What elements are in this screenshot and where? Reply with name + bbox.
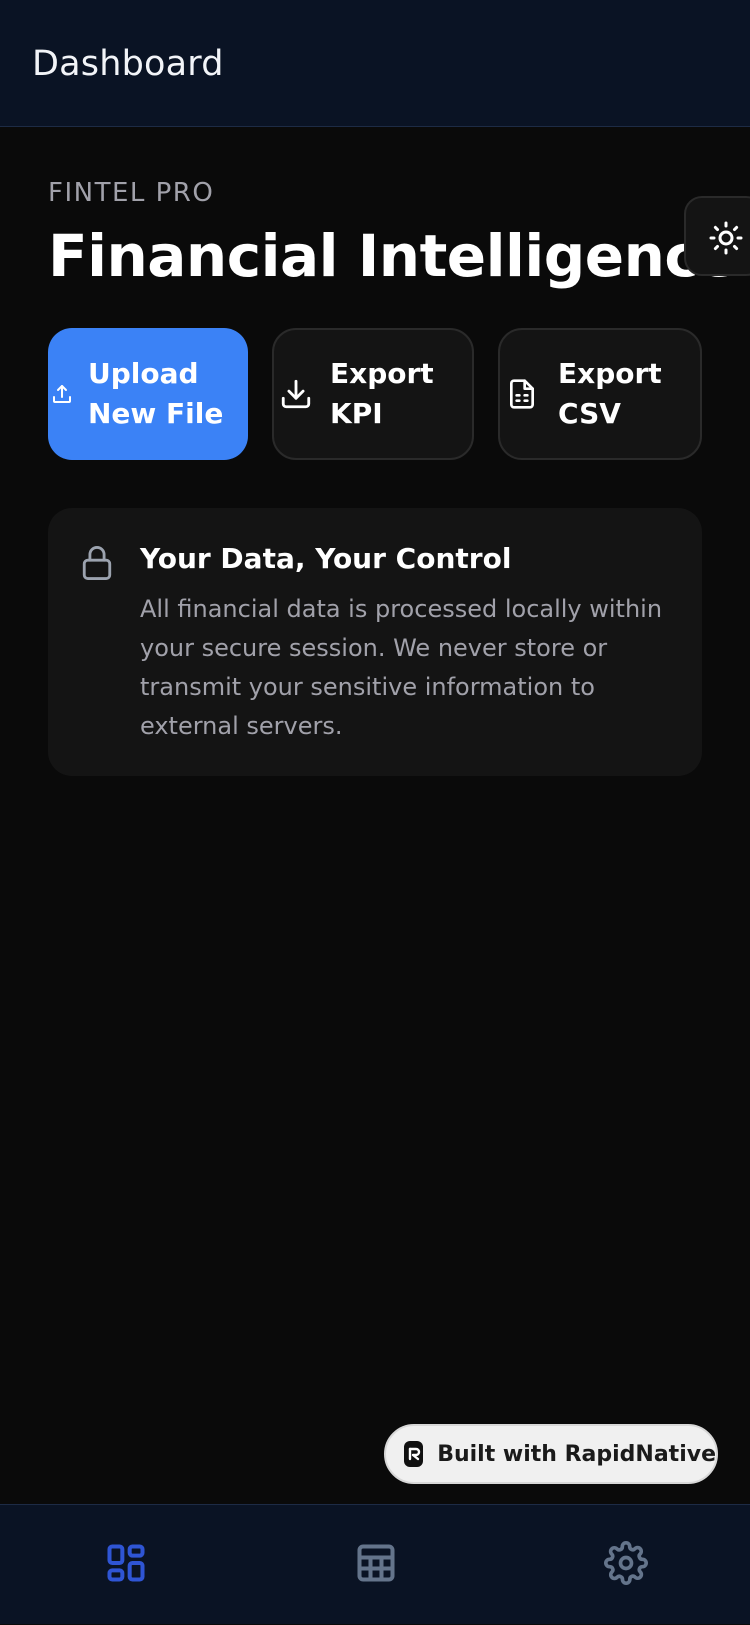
rapidnative-logo-icon (404, 1441, 424, 1467)
privacy-title: Your Data, Your Control (140, 542, 512, 575)
export-csv-label: Export CSV (558, 357, 662, 430)
privacy-card: Your Data, Your Control All financial da… (48, 508, 702, 776)
app-header: Dashboard (0, 0, 750, 127)
page-title: Financial Intelligence (48, 222, 738, 290)
upload-file-label: Upload New File (88, 357, 224, 430)
file-spreadsheet-icon (504, 376, 540, 412)
export-kpi-button[interactable]: Export KPI (272, 328, 474, 460)
upload-icon (48, 382, 76, 406)
download-icon (278, 377, 314, 411)
sun-icon (709, 221, 743, 255)
privacy-description: All financial data is processed locally … (140, 595, 663, 740)
built-with-badge[interactable]: Built with RapidNative (384, 1424, 718, 1484)
tab-settings[interactable] (500, 1505, 750, 1625)
header-title: Dashboard (32, 44, 224, 84)
bottom-tab-bar (0, 1504, 750, 1624)
table-icon (357, 1544, 395, 1582)
gear-icon (604, 1541, 648, 1585)
export-kpi-label: Export KPI (330, 357, 434, 430)
export-csv-button[interactable]: Export CSV (498, 328, 702, 460)
dashboard-icon (107, 1544, 145, 1582)
brand-kicker: FINTEL PRO (48, 178, 215, 208)
built-with-text: Built with RapidNative (437, 1441, 716, 1467)
lock-icon (80, 544, 114, 586)
tab-dashboard[interactable] (0, 1505, 250, 1625)
upload-file-button[interactable]: Upload New File (48, 328, 248, 460)
tab-table[interactable] (250, 1505, 500, 1625)
theme-toggle-button[interactable] (684, 196, 750, 276)
